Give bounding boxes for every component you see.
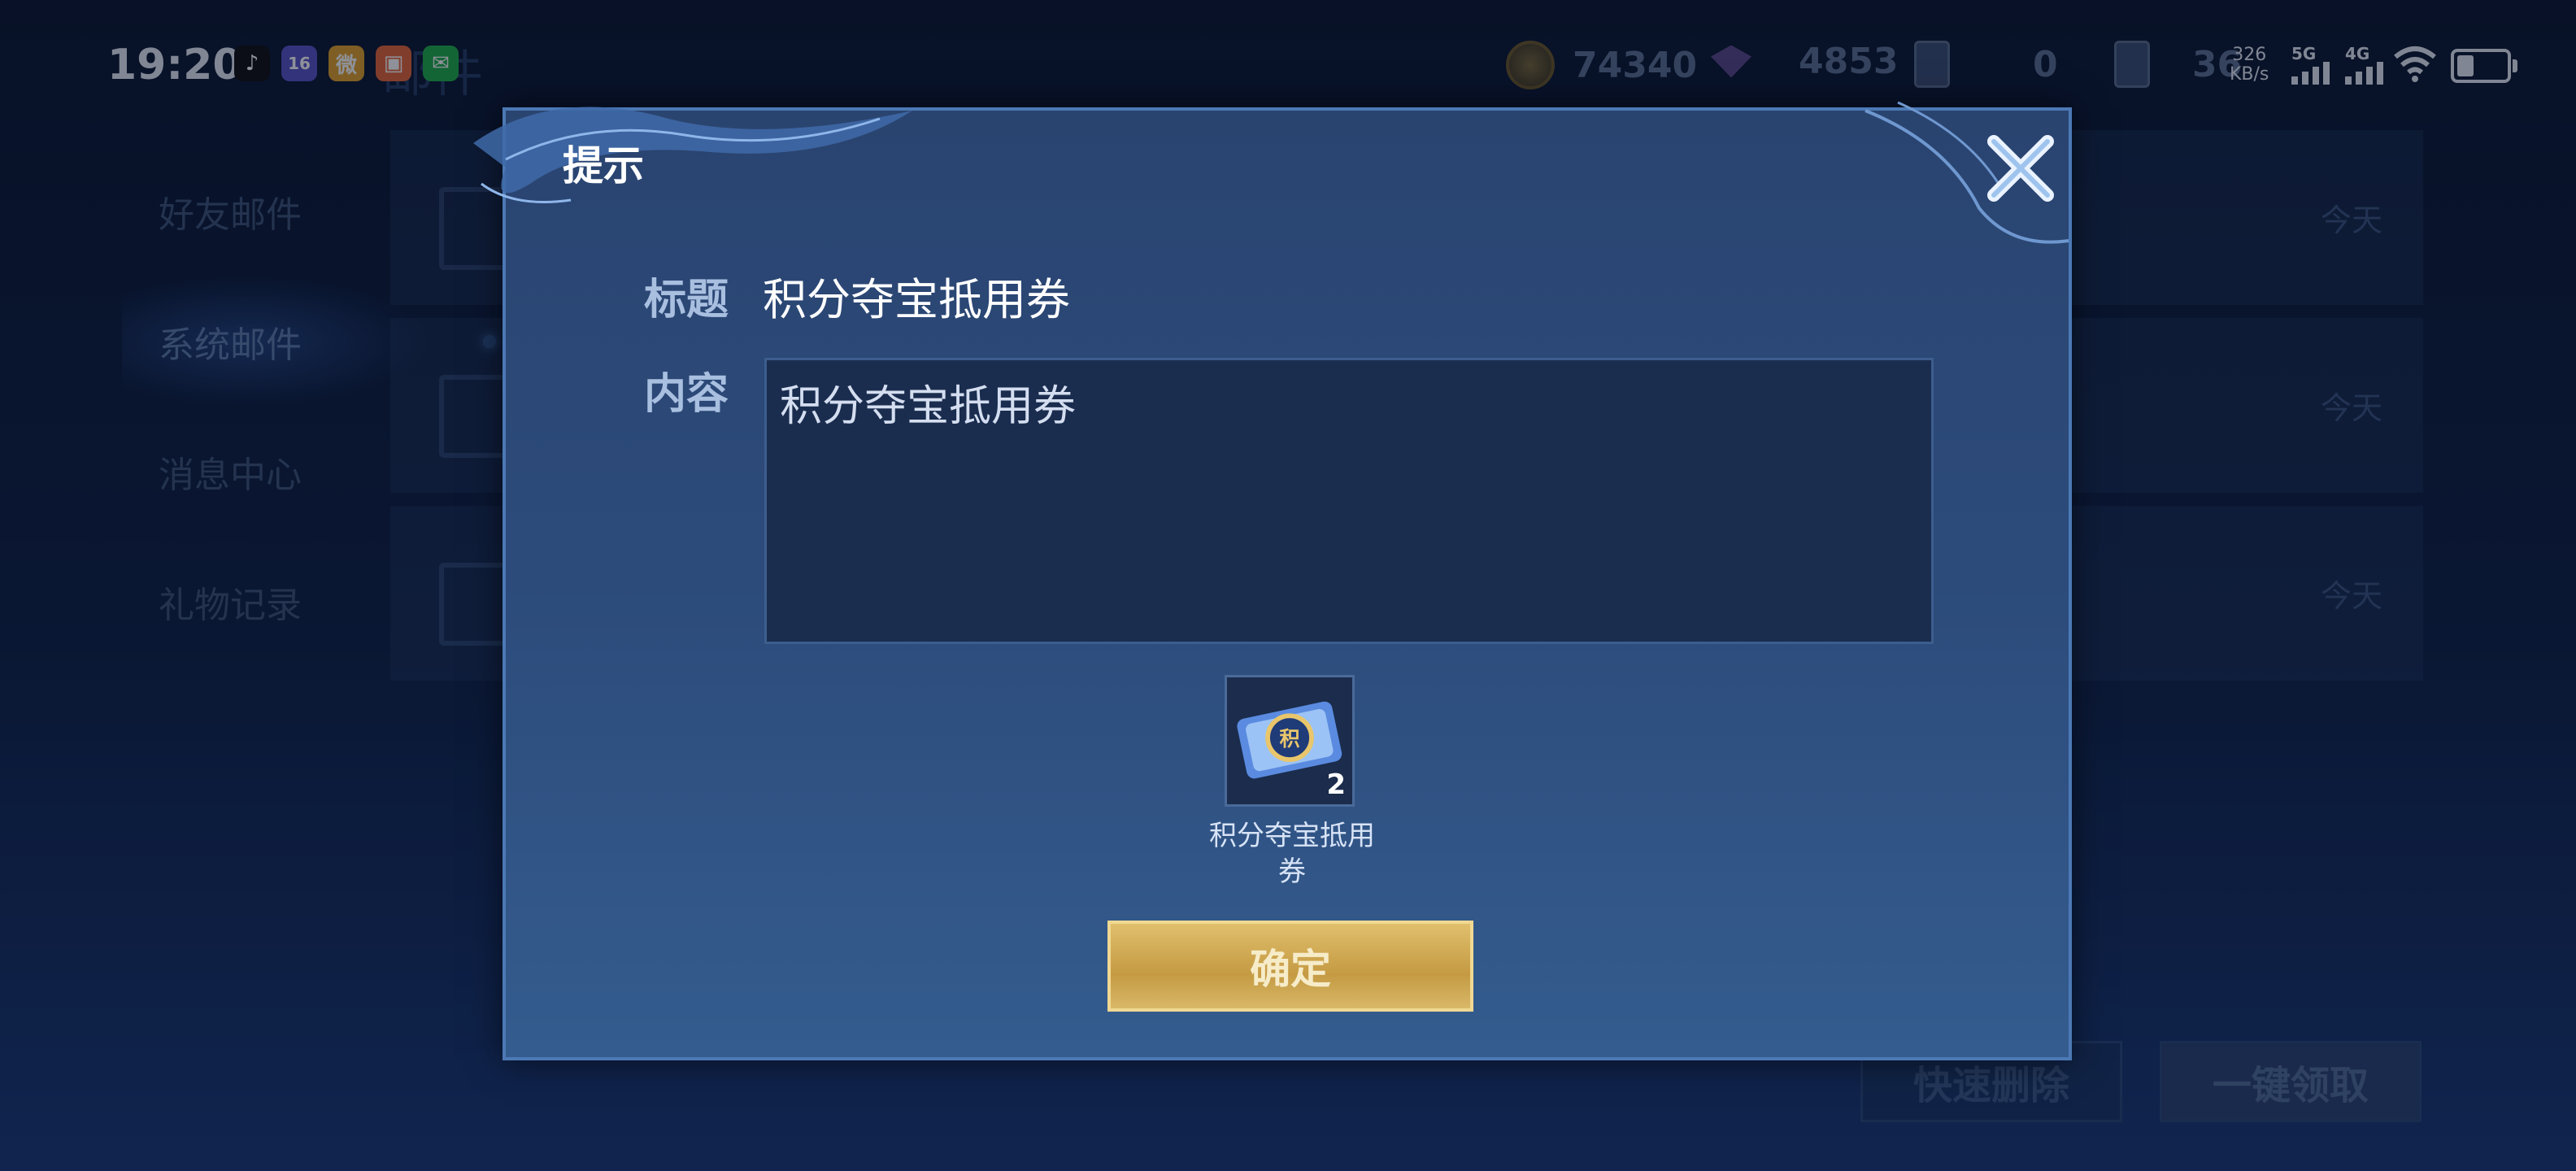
dialog-title: 提示 [563, 142, 644, 189]
title-label: 标题 [644, 276, 729, 324]
content-textbox: 积分夺宝抵用券 [764, 358, 1934, 644]
svg-text:积: 积 [1279, 727, 1299, 751]
notice-dialog: 提示 标题 积分夺宝抵用券 内容 积分夺宝抵用券 积 2 积分夺宝抵用 券 确定 [473, 101, 2072, 1060]
confirm-button[interactable]: 确定 [1107, 921, 1473, 1012]
reward-item-slot[interactable]: 积 2 [1225, 675, 1355, 807]
close-icon[interactable] [1976, 124, 2065, 213]
content-text: 积分夺宝抵用券 [780, 382, 1077, 431]
mail-title-value: 积分夺宝抵用券 [763, 274, 1070, 325]
content-label: 内容 [644, 370, 729, 419]
item-count: 2 [1326, 768, 1346, 801]
reward-item-name: 积分夺宝抵用 券 [1209, 820, 1375, 888]
cloud-ornament-left [473, 107, 912, 203]
